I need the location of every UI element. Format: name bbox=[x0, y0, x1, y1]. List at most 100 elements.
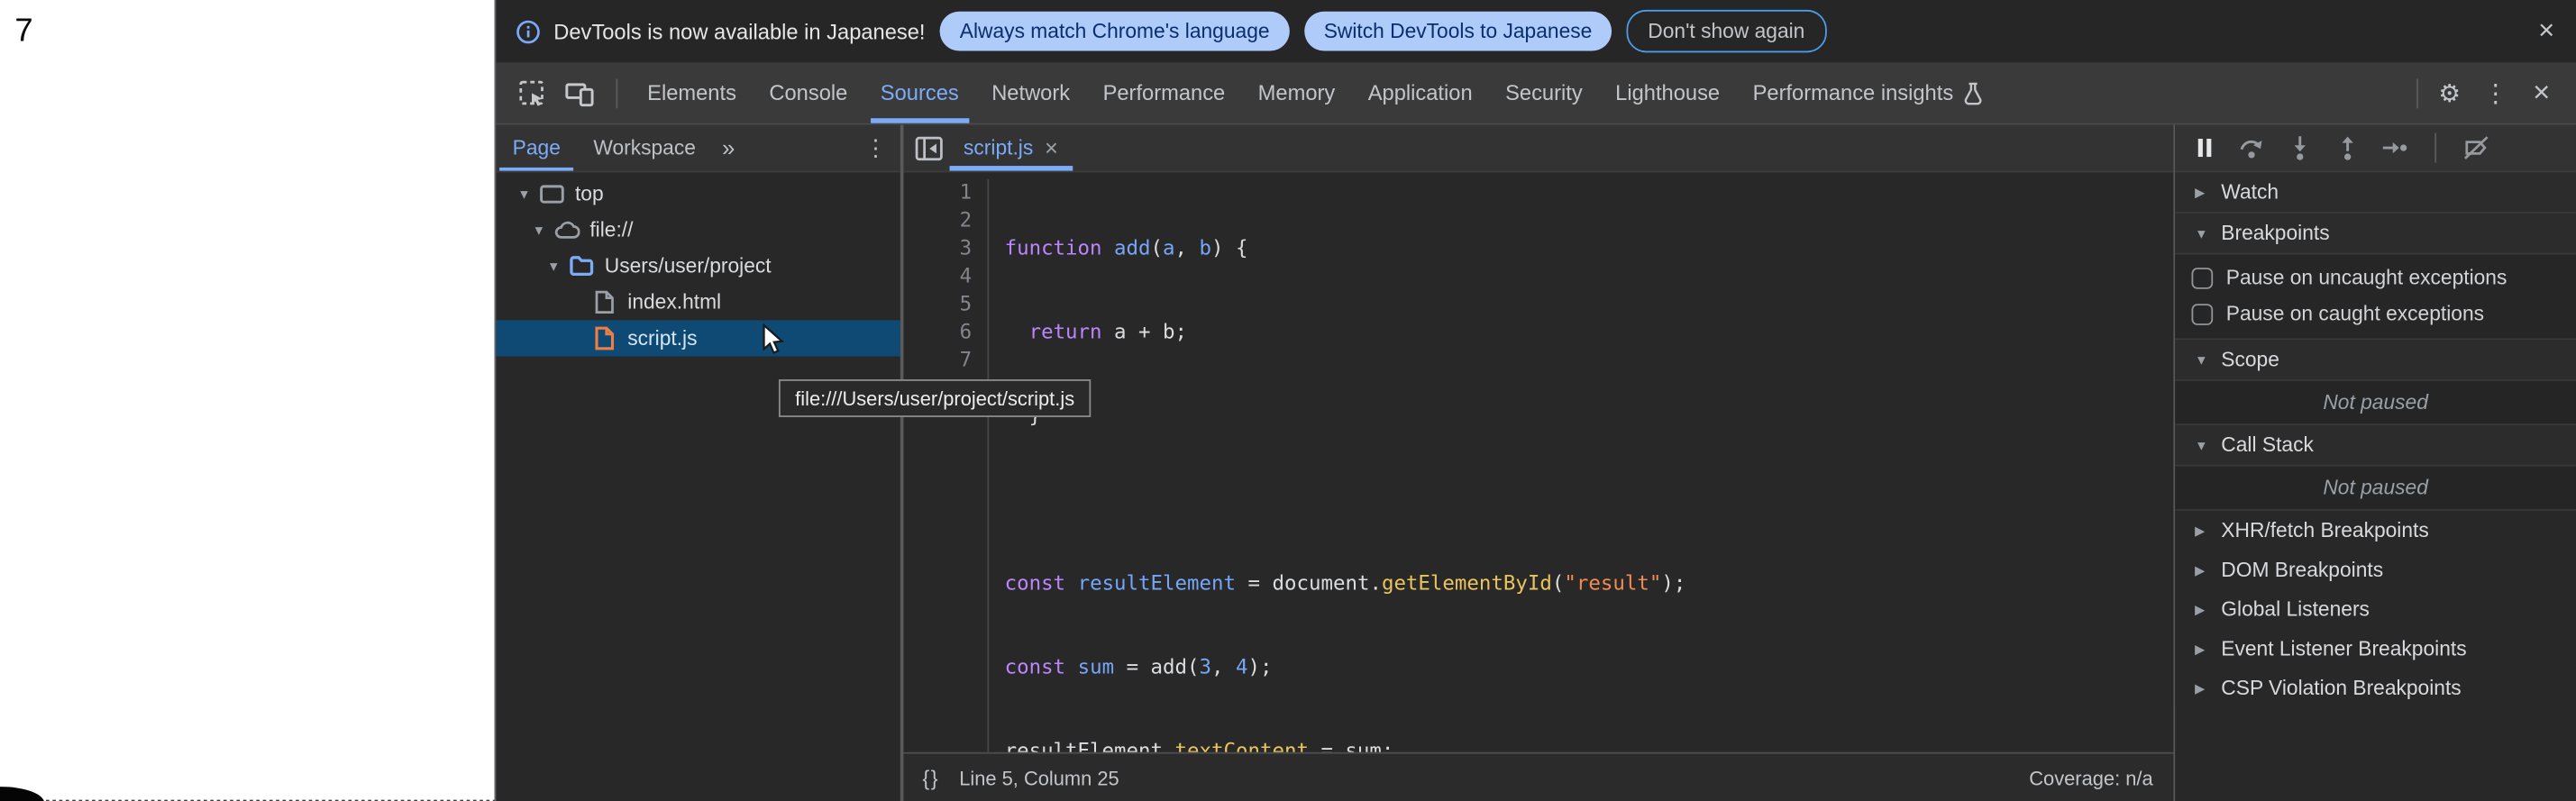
line-number: 1 bbox=[903, 179, 973, 207]
tree-item-project-folder[interactable]: ▼ Users/user/project bbox=[496, 248, 900, 284]
tab-network[interactable]: Network bbox=[975, 62, 1086, 123]
collapse-arrow-icon[interactable]: ▶ bbox=[2195, 185, 2213, 199]
code-line: function add(a, b) { bbox=[1005, 235, 1686, 263]
dont-show-again-button[interactable]: Don't show again bbox=[1627, 10, 1826, 52]
devtools-close-icon[interactable]: × bbox=[2520, 71, 2562, 114]
section-global-listeners[interactable]: ▶Global Listeners bbox=[2175, 589, 2576, 629]
step-icon[interactable] bbox=[2380, 134, 2408, 162]
page-number-text: 7 bbox=[14, 14, 32, 51]
pause-icon[interactable] bbox=[2190, 134, 2218, 162]
tab-lighthouse[interactable]: Lighthouse bbox=[1599, 62, 1736, 123]
navigator-menu-icon[interactable]: ⋮ bbox=[851, 125, 900, 171]
devtools-toolbar: Elements Console Sources Network Perform… bbox=[496, 62, 2576, 124]
tab-memory[interactable]: Memory bbox=[1241, 62, 1351, 123]
collapse-arrow-icon[interactable]: ▶ bbox=[2195, 562, 2213, 577]
navigator-pane: Page Workspace » ⋮ ▼ top ▼ file:// bbox=[496, 125, 900, 801]
tab-security[interactable]: Security bbox=[1489, 62, 1599, 123]
navigator-tab-page[interactable]: Page bbox=[496, 125, 577, 171]
file-icon bbox=[591, 289, 617, 315]
more-tabs-icon[interactable]: » bbox=[712, 125, 743, 171]
deactivate-breakpoints-icon[interactable] bbox=[2462, 134, 2490, 162]
infobar-message: DevTools is now available in Japanese! bbox=[553, 19, 925, 43]
line-number-gutter: 1 2 3 4 5 6 7 bbox=[903, 179, 989, 752]
expand-arrow-icon[interactable]: ▼ bbox=[545, 259, 562, 273]
checkbox-unchecked[interactable] bbox=[2191, 303, 2213, 324]
tab-sources[interactable]: Sources bbox=[864, 62, 975, 123]
tab-close-icon[interactable]: × bbox=[1045, 134, 1058, 160]
line-number: 5 bbox=[903, 291, 973, 319]
expand-arrow-icon[interactable]: ▼ bbox=[516, 187, 532, 201]
section-dom-breakpoints[interactable]: ▶DOM Breakpoints bbox=[2175, 551, 2576, 590]
step-over-icon[interactable] bbox=[2238, 134, 2266, 162]
step-into-icon[interactable] bbox=[2285, 134, 2313, 162]
section-csp-violation-breakpoints[interactable]: ▶CSP Violation Breakpoints bbox=[2175, 669, 2576, 708]
line-number: 7 bbox=[903, 347, 973, 375]
coverage-text: Coverage: n/a bbox=[2029, 766, 2152, 789]
toolbar-divider bbox=[2416, 78, 2418, 108]
device-toolbar-icon[interactable] bbox=[561, 73, 600, 113]
corner-shape bbox=[0, 787, 44, 801]
collapse-arrow-icon[interactable]: ▶ bbox=[2195, 681, 2213, 696]
code-lines[interactable]: function add(a, b) { return a + b; } con… bbox=[988, 179, 1685, 752]
callstack-not-paused-text: Not paused bbox=[2175, 467, 2576, 511]
always-match-language-button[interactable]: Always match Chrome's language bbox=[940, 12, 1289, 51]
mouse-cursor bbox=[763, 323, 787, 358]
tree-item-script-js-selected[interactable]: script.js bbox=[496, 320, 900, 356]
expand-arrow-icon[interactable]: ▼ bbox=[531, 223, 547, 237]
pretty-print-icon[interactable]: {} bbox=[922, 766, 939, 789]
editor-statusbar: {} Line 5, Column 25 Coverage: n/a bbox=[903, 752, 2173, 801]
js-file-icon bbox=[591, 325, 617, 351]
navigator-tabstrip: Page Workspace » ⋮ bbox=[496, 125, 900, 173]
tab-performance-insights[interactable]: Performance insights bbox=[1736, 62, 1999, 123]
editor-pane: script.js × 1 2 3 4 5 6 7 func bbox=[903, 125, 2173, 801]
collapse-arrow-icon[interactable]: ▶ bbox=[2195, 602, 2213, 616]
collapse-arrow-icon[interactable]: ▼ bbox=[2195, 352, 2213, 367]
collapse-arrow-icon[interactable]: ▶ bbox=[2195, 642, 2213, 656]
toolbar-divider bbox=[2434, 133, 2436, 163]
cursor-position-text: Line 5, Column 25 bbox=[959, 766, 1119, 789]
inspect-element-icon[interactable] bbox=[511, 73, 551, 113]
scope-not-paused-text: Not paused bbox=[2175, 381, 2576, 425]
tab-console[interactable]: Console bbox=[753, 62, 863, 123]
checkbox-unchecked[interactable] bbox=[2191, 267, 2213, 288]
tree-item-index-html[interactable]: index.html bbox=[496, 284, 900, 320]
code-line: } bbox=[1005, 403, 1686, 431]
more-options-menu-icon[interactable]: ⋮ bbox=[2474, 71, 2517, 114]
info-icon bbox=[516, 19, 540, 43]
section-event-listener-breakpoints[interactable]: ▶Event Listener Breakpoints bbox=[2175, 629, 2576, 669]
switch-to-japanese-button[interactable]: Switch DevTools to Japanese bbox=[1304, 12, 1612, 51]
infobar-close-icon[interactable]: × bbox=[2538, 14, 2554, 47]
section-call-stack[interactable]: ▼Call Stack bbox=[2175, 425, 2576, 467]
navigator-tab-workspace[interactable]: Workspace bbox=[577, 125, 712, 171]
code-editor[interactable]: 1 2 3 4 5 6 7 function add(a, b) { retur… bbox=[903, 172, 2173, 751]
settings-gear-icon[interactable]: ⚙ bbox=[2428, 71, 2471, 114]
tab-elements[interactable]: Elements bbox=[631, 62, 753, 123]
tab-performance[interactable]: Performance bbox=[1086, 62, 1241, 123]
code-line bbox=[1005, 487, 1686, 514]
pause-caught-row[interactable]: Pause on caught exceptions bbox=[2175, 296, 2576, 332]
section-scope[interactable]: ▼Scope bbox=[2175, 340, 2576, 381]
tab-application[interactable]: Application bbox=[1351, 62, 1488, 123]
collapse-arrow-icon[interactable]: ▼ bbox=[2195, 438, 2213, 452]
section-breakpoints[interactable]: ▼Breakpoints bbox=[2175, 214, 2576, 255]
pause-uncaught-row[interactable]: Pause on uncaught exceptions bbox=[2175, 259, 2576, 296]
toolbar-divider bbox=[617, 78, 618, 108]
section-watch[interactable]: ▶Watch bbox=[2175, 172, 2576, 214]
file-path-tooltip: file:///Users/user/project/script.js bbox=[779, 379, 1091, 417]
file-tree: ▼ top ▼ file:// ▼ Users/user/project bbox=[496, 172, 900, 356]
folder-icon bbox=[569, 253, 595, 279]
collapse-arrow-icon[interactable]: ▶ bbox=[2195, 523, 2213, 538]
section-xhr-breakpoints[interactable]: ▶XHR/fetch Breakpoints bbox=[2175, 511, 2576, 551]
debugger-pane: ▶Watch ▼Breakpoints Pause on uncaught ex… bbox=[2175, 125, 2576, 801]
editor-tab-script-js[interactable]: script.js × bbox=[949, 125, 1073, 171]
code-line: const resultElement = document.getElemen… bbox=[1005, 569, 1686, 597]
step-out-icon[interactable] bbox=[2333, 134, 2361, 162]
breakpoints-content: Pause on uncaught exceptions Pause on ca… bbox=[2175, 255, 2576, 341]
hide-navigator-icon[interactable] bbox=[909, 128, 949, 168]
tree-item-top[interactable]: ▼ top bbox=[496, 176, 900, 212]
page-background: 7 bbox=[0, 0, 496, 801]
tree-item-file-protocol[interactable]: ▼ file:// bbox=[496, 212, 900, 248]
line-number: 6 bbox=[903, 319, 973, 347]
collapse-arrow-icon[interactable]: ▼ bbox=[2195, 226, 2213, 241]
panel-tabs: Elements Console Sources Network Perform… bbox=[631, 62, 1999, 123]
